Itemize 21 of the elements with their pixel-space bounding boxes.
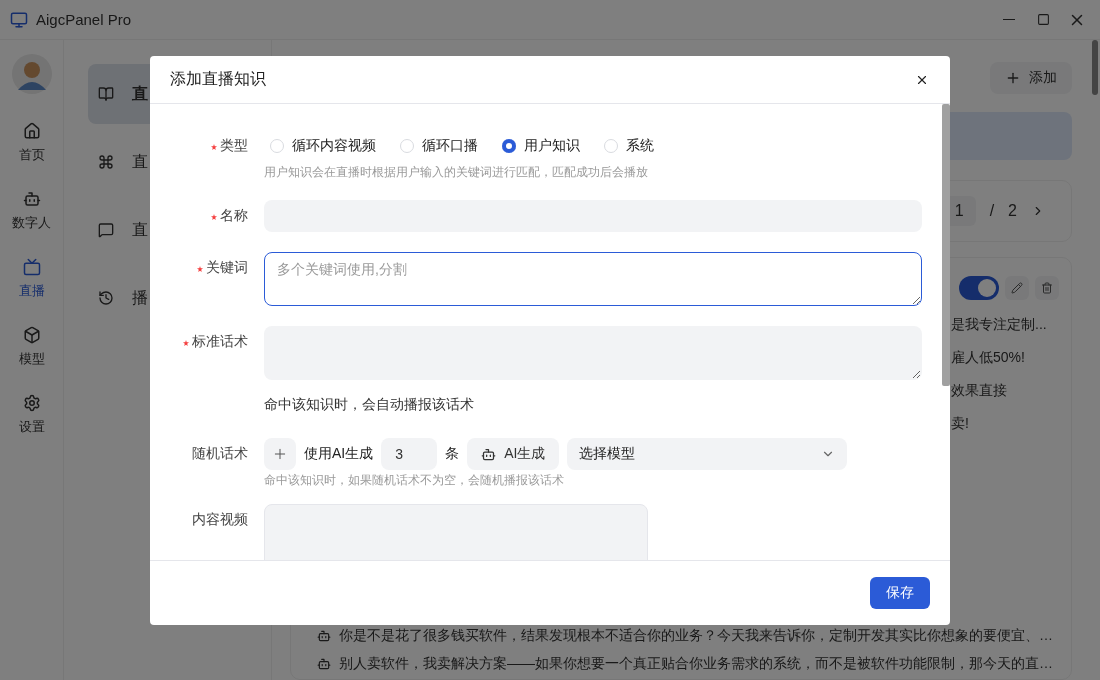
field-label: 关键词	[197, 259, 248, 277]
script-line: 是我专注定制...	[951, 315, 1047, 334]
field-label: 标准话术	[183, 333, 248, 351]
field-label: 类型	[211, 137, 248, 155]
script-line: 卖!	[951, 414, 969, 433]
script-line: 效果直接	[951, 381, 1007, 400]
page-separator: /	[989, 202, 995, 220]
script-line: 别人卖软件，我卖解决方案——如果你想要一个真正贴合你业务需求的系统，而不是被软件功能限制，那今天的直…	[339, 655, 1053, 673]
field-label: 随机话术	[192, 445, 248, 463]
script-line: 雇人低50%!	[951, 348, 1025, 367]
field-label: 名称	[211, 207, 248, 225]
field-hint: 命中该知识时，如果随机话术不为空，会随机播报该话术	[264, 472, 565, 488]
field-help: 命中该知识时，会自动播报该话术	[264, 396, 475, 414]
unit-label: 条	[445, 445, 460, 463]
window-title: AigcPanel Pro	[36, 11, 133, 28]
script-line: 你是不是花了很多钱买软件，结果发现根本不适合你的业务？今天我来告诉你，定制开发其实比你想象的要便宜、…	[339, 627, 1053, 645]
dialog-title: 添加直播知识	[170, 69, 266, 89]
page-total: 2	[1008, 202, 1017, 220]
field-hint: 用户知识会在直播时根据用户输入的关键词进行匹配，匹配成功后会播放	[264, 164, 649, 180]
field-label: 内容视频	[192, 511, 248, 529]
ai-generate-label: 使用AI生成	[304, 445, 374, 463]
